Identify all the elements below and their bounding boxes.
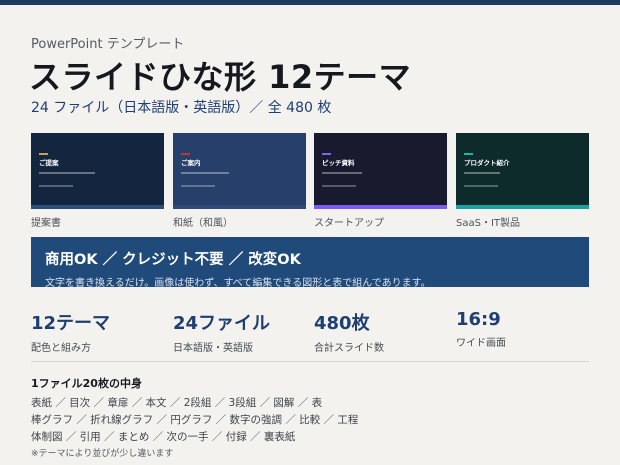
slide-title: ご案内 [181, 159, 201, 167]
stat-label: 合計スライド数 [314, 343, 384, 354]
slide-meta-placeholder [322, 185, 356, 187]
banner-headline: 商用OK ／ クレジット不要 ／ 改変OK [45, 252, 301, 268]
stat-value: 480枚 [314, 313, 370, 334]
stat-value: 12テーマ [31, 313, 111, 334]
slide-subtitle-placeholder [39, 172, 95, 174]
stat-label: ワイド画面 [456, 338, 506, 349]
banner-description: 文字を書き換えるだけ。画像は使わず、すべて編集できる図形と表で組んであります。 [45, 278, 431, 289]
stat-value: 16:9 [456, 309, 501, 330]
thumbnail-washi: ご案内 [173, 133, 306, 209]
section-divider [31, 361, 589, 362]
slide-meta-placeholder [464, 185, 498, 187]
thumbnail-caption: SaaS・IT製品 [456, 218, 521, 229]
slide-subtitle-placeholder [181, 172, 229, 174]
eyebrow-label: PowerPoint テンプレート [31, 37, 185, 52]
slide-title: ピッチ資料 [322, 159, 355, 167]
stat-aspect-ratio: 16:9 ワイド画面 [456, 309, 596, 349]
slide-accent-line [322, 153, 331, 155]
slide-title: プロダクト紹介 [464, 159, 510, 167]
slide-bottom-band [31, 205, 164, 209]
slide-subtitle-placeholder [322, 172, 362, 174]
slide-bottom-band [456, 205, 589, 209]
stat-label: 配色と組み方 [31, 343, 91, 354]
stat-themes: 12テーマ 配色と組み方 [31, 309, 171, 354]
slide-bottom-band [314, 205, 447, 209]
page-subtitle: 24 ファイル（日本語版・英語版）／ 全 480 枚 [31, 100, 332, 116]
contents-note: ※テーマにより並びが少し違います [31, 449, 174, 459]
slide-accent-line [39, 153, 48, 155]
slide-bottom-band [173, 205, 306, 209]
thumbnail-caption: スタートアップ [314, 218, 384, 229]
contents-line: 体制図 ／ 引用 ／ まとめ ／ 次の一手 ／ 付録 ／ 裏表紙 [31, 431, 296, 443]
contents-line: 棒グラフ ／ 折れ線グラフ ／ 円グラフ ／ 数字の強調 ／ 比較 ／ 工程 [31, 414, 359, 426]
stat-label: 日本語版・英語版 [173, 343, 253, 354]
stat-value: 24ファイル [173, 313, 271, 334]
stat-slides: 480枚 合計スライド数 [314, 309, 454, 354]
page-title: スライドひな形 12テーマ [29, 58, 412, 96]
thumbnail-caption: 提案書 [31, 218, 61, 229]
thumbnail-proposal: ご提案 [31, 133, 164, 209]
slide-subtitle-placeholder [464, 172, 500, 174]
slide-title: ご提案 [39, 159, 59, 167]
contents-line: 表紙 ／ 目次 ／ 章扉 ／ 本文 ／ 2段組 ／ 3段組 ／ 図解 ／ 表 [31, 397, 323, 409]
slide-meta-placeholder [181, 185, 215, 187]
slide-accent-line [464, 153, 473, 155]
thumbnail-caption: 和紙（和風） [173, 218, 233, 229]
contents-heading: 1ファイル20枚の中身 [31, 377, 142, 390]
slide-accent-line [181, 153, 190, 155]
license-banner: 商用OK ／ クレジット不要 ／ 改変OK 文字を書き換えるだけ。画像は使わず、… [31, 237, 589, 289]
top-accent-bar [0, 0, 620, 5]
thumbnail-startup: ピッチ資料 [314, 133, 447, 209]
stat-files: 24ファイル 日本語版・英語版 [173, 309, 313, 354]
thumbnail-saas: プロダクト紹介 [456, 133, 589, 209]
slide-meta-placeholder [39, 185, 73, 187]
